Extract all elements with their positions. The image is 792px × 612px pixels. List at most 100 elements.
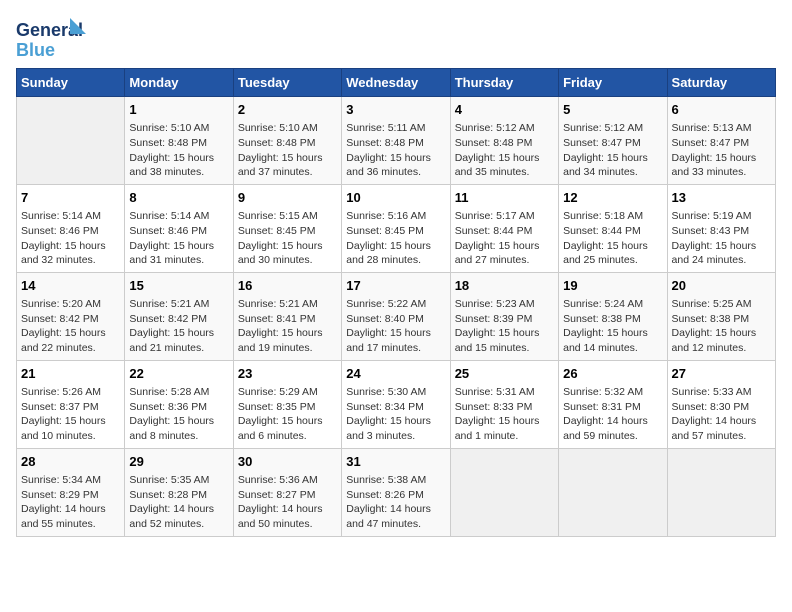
day-number: 4	[455, 101, 554, 119]
calendar-cell: 19 Sunrise: 5:24 AMSunset: 8:38 PMDayligh…	[559, 272, 667, 360]
calendar-cell	[17, 97, 125, 185]
day-number: 15	[129, 277, 228, 295]
weekday-header-thursday: Thursday	[450, 69, 558, 97]
day-info: Sunrise: 5:33 AMSunset: 8:30 PMDaylight:…	[672, 385, 771, 444]
day-number: 28	[21, 453, 120, 471]
calendar-cell: 9Sunrise: 5:15 AMSunset: 8:45 PMDaylight…	[233, 184, 341, 272]
day-number: 6	[672, 101, 771, 119]
calendar-cell: 14Sunrise: 5:20 AMSunset: 8:42 PMDayligh…	[17, 272, 125, 360]
day-info: Sunrise: 5:24 AMSunset: 8:38 PMDaylight:…	[563, 297, 662, 356]
calendar-cell: 27 Sunrise: 5:33 AMSunset: 8:30 PMDayligh…	[667, 360, 775, 448]
day-info: Sunrise: 5:29 AMSunset: 8:35 PMDaylight:…	[238, 385, 337, 444]
svg-text:Blue: Blue	[16, 40, 55, 60]
day-number: 3	[346, 101, 445, 119]
calendar-cell: 28 Sunrise: 5:34 AMSunset: 8:29 PMDayligh…	[17, 448, 125, 536]
day-info: Sunrise: 5:25 AMSunset: 8:38 PMDaylight:…	[672, 297, 771, 356]
day-info: Sunrise: 5:19 AMSunset: 8:43 PMDaylight:…	[672, 209, 771, 268]
calendar-cell: 18 Sunrise: 5:23 AMSunset: 8:39 PMDayligh…	[450, 272, 558, 360]
day-number: 7	[21, 189, 120, 207]
calendar-cell: 26Sunrise: 5:32 AMSunset: 8:31 PMDayligh…	[559, 360, 667, 448]
weekday-header-tuesday: Tuesday	[233, 69, 341, 97]
calendar-cell: 10 Sunrise: 5:16 AMSunset: 8:45 PMDayligh…	[342, 184, 450, 272]
calendar-cell: 8Sunrise: 5:14 AMSunset: 8:46 PMDaylight…	[125, 184, 233, 272]
day-number: 29	[129, 453, 228, 471]
day-number: 20	[672, 277, 771, 295]
weekday-header-sunday: Sunday	[17, 69, 125, 97]
day-info: Sunrise: 5:13 AMSunset: 8:47 PMDaylight:…	[672, 121, 771, 180]
calendar-cell: 6 Sunrise: 5:13 AMSunset: 8:47 PMDaylight…	[667, 97, 775, 185]
calendar-cell: 16 Sunrise: 5:21 AMSunset: 8:41 PMDayligh…	[233, 272, 341, 360]
day-number: 10	[346, 189, 445, 207]
weekday-header-saturday: Saturday	[667, 69, 775, 97]
calendar-cell: 22 Sunrise: 5:28 AMSunset: 8:36 PMDayligh…	[125, 360, 233, 448]
calendar-cell: 30 Sunrise: 5:36 AMSunset: 8:27 PMDayligh…	[233, 448, 341, 536]
day-number: 14	[21, 277, 120, 295]
day-number: 27	[672, 365, 771, 383]
day-number: 18	[455, 277, 554, 295]
day-number: 21	[21, 365, 120, 383]
day-info: Sunrise: 5:28 AMSunset: 8:36 PMDaylight:…	[129, 385, 228, 444]
day-number: 17	[346, 277, 445, 295]
calendar-cell: 25Sunrise: 5:31 AMSunset: 8:33 PMDayligh…	[450, 360, 558, 448]
day-info: Sunrise: 5:34 AMSunset: 8:29 PMDaylight:…	[21, 473, 120, 532]
day-info: Sunrise: 5:22 AMSunset: 8:40 PMDaylight:…	[346, 297, 445, 356]
weekday-header-wednesday: Wednesday	[342, 69, 450, 97]
day-number: 26	[563, 365, 662, 383]
day-info: Sunrise: 5:14 AMSunset: 8:46 PMDaylight:…	[21, 209, 120, 268]
calendar-cell: 17 Sunrise: 5:22 AMSunset: 8:40 PMDayligh…	[342, 272, 450, 360]
day-number: 9	[238, 189, 337, 207]
day-number: 22	[129, 365, 228, 383]
day-number: 16	[238, 277, 337, 295]
day-number: 25	[455, 365, 554, 383]
calendar-cell: 29 Sunrise: 5:35 AMSunset: 8:28 PMDayligh…	[125, 448, 233, 536]
calendar-cell	[559, 448, 667, 536]
day-info: Sunrise: 5:10 AMSunset: 8:48 PMDaylight:…	[129, 121, 228, 180]
day-info: Sunrise: 5:16 AMSunset: 8:45 PMDaylight:…	[346, 209, 445, 268]
calendar-cell: 13 Sunrise: 5:19 AMSunset: 8:43 PMDayligh…	[667, 184, 775, 272]
calendar-cell: 12Sunrise: 5:18 AMSunset: 8:44 PMDayligh…	[559, 184, 667, 272]
calendar-week-4: 21 Sunrise: 5:26 AMSunset: 8:37 PMDayligh…	[17, 360, 776, 448]
logo-icon: GeneralBlue	[16, 16, 86, 60]
day-info: Sunrise: 5:23 AMSunset: 8:39 PMDaylight:…	[455, 297, 554, 356]
day-number: 30	[238, 453, 337, 471]
day-info: Sunrise: 5:10 AMSunset: 8:48 PMDaylight:…	[238, 121, 337, 180]
day-number: 5	[563, 101, 662, 119]
weekday-header-row: SundayMondayTuesdayWednesdayThursdayFrid…	[17, 69, 776, 97]
day-info: Sunrise: 5:36 AMSunset: 8:27 PMDaylight:…	[238, 473, 337, 532]
day-info: Sunrise: 5:12 AMSunset: 8:47 PMDaylight:…	[563, 121, 662, 180]
logo: GeneralBlue	[16, 16, 86, 60]
calendar-cell: 24 Sunrise: 5:30 AMSunset: 8:34 PMDayligh…	[342, 360, 450, 448]
calendar-cell: 1 Sunrise: 5:10 AMSunset: 8:48 PMDaylight…	[125, 97, 233, 185]
calendar-cell: 23 Sunrise: 5:29 AMSunset: 8:35 PMDayligh…	[233, 360, 341, 448]
calendar-week-2: 7 Sunrise: 5:14 AMSunset: 8:46 PMDaylight…	[17, 184, 776, 272]
calendar-cell: 3Sunrise: 5:11 AMSunset: 8:48 PMDaylight…	[342, 97, 450, 185]
day-info: Sunrise: 5:26 AMSunset: 8:37 PMDaylight:…	[21, 385, 120, 444]
day-info: Sunrise: 5:12 AMSunset: 8:48 PMDaylight:…	[455, 121, 554, 180]
day-info: Sunrise: 5:21 AMSunset: 8:42 PMDaylight:…	[129, 297, 228, 356]
day-number: 2	[238, 101, 337, 119]
weekday-header-friday: Friday	[559, 69, 667, 97]
day-info: Sunrise: 5:21 AMSunset: 8:41 PMDaylight:…	[238, 297, 337, 356]
calendar-body: 1 Sunrise: 5:10 AMSunset: 8:48 PMDaylight…	[17, 97, 776, 537]
day-info: Sunrise: 5:30 AMSunset: 8:34 PMDaylight:…	[346, 385, 445, 444]
day-info: Sunrise: 5:17 AMSunset: 8:44 PMDaylight:…	[455, 209, 554, 268]
day-number: 23	[238, 365, 337, 383]
day-number: 24	[346, 365, 445, 383]
day-number: 12	[563, 189, 662, 207]
day-number: 1	[129, 101, 228, 119]
day-number: 31	[346, 453, 445, 471]
calendar-cell: 5 Sunrise: 5:12 AMSunset: 8:47 PMDaylight…	[559, 97, 667, 185]
calendar-cell: 11 Sunrise: 5:17 AMSunset: 8:44 PMDayligh…	[450, 184, 558, 272]
day-info: Sunrise: 5:14 AMSunset: 8:46 PMDaylight:…	[129, 209, 228, 268]
day-number: 13	[672, 189, 771, 207]
day-number: 11	[455, 189, 554, 207]
calendar-cell: 15 Sunrise: 5:21 AMSunset: 8:42 PMDayligh…	[125, 272, 233, 360]
calendar-cell: 31 Sunrise: 5:38 AMSunset: 8:26 PMDayligh…	[342, 448, 450, 536]
calendar-header: SundayMondayTuesdayWednesdayThursdayFrid…	[17, 69, 776, 97]
weekday-header-monday: Monday	[125, 69, 233, 97]
calendar-cell: 20 Sunrise: 5:25 AMSunset: 8:38 PMDayligh…	[667, 272, 775, 360]
calendar-cell	[667, 448, 775, 536]
day-info: Sunrise: 5:35 AMSunset: 8:28 PMDaylight:…	[129, 473, 228, 532]
day-number: 19	[563, 277, 662, 295]
day-info: Sunrise: 5:38 AMSunset: 8:26 PMDaylight:…	[346, 473, 445, 532]
